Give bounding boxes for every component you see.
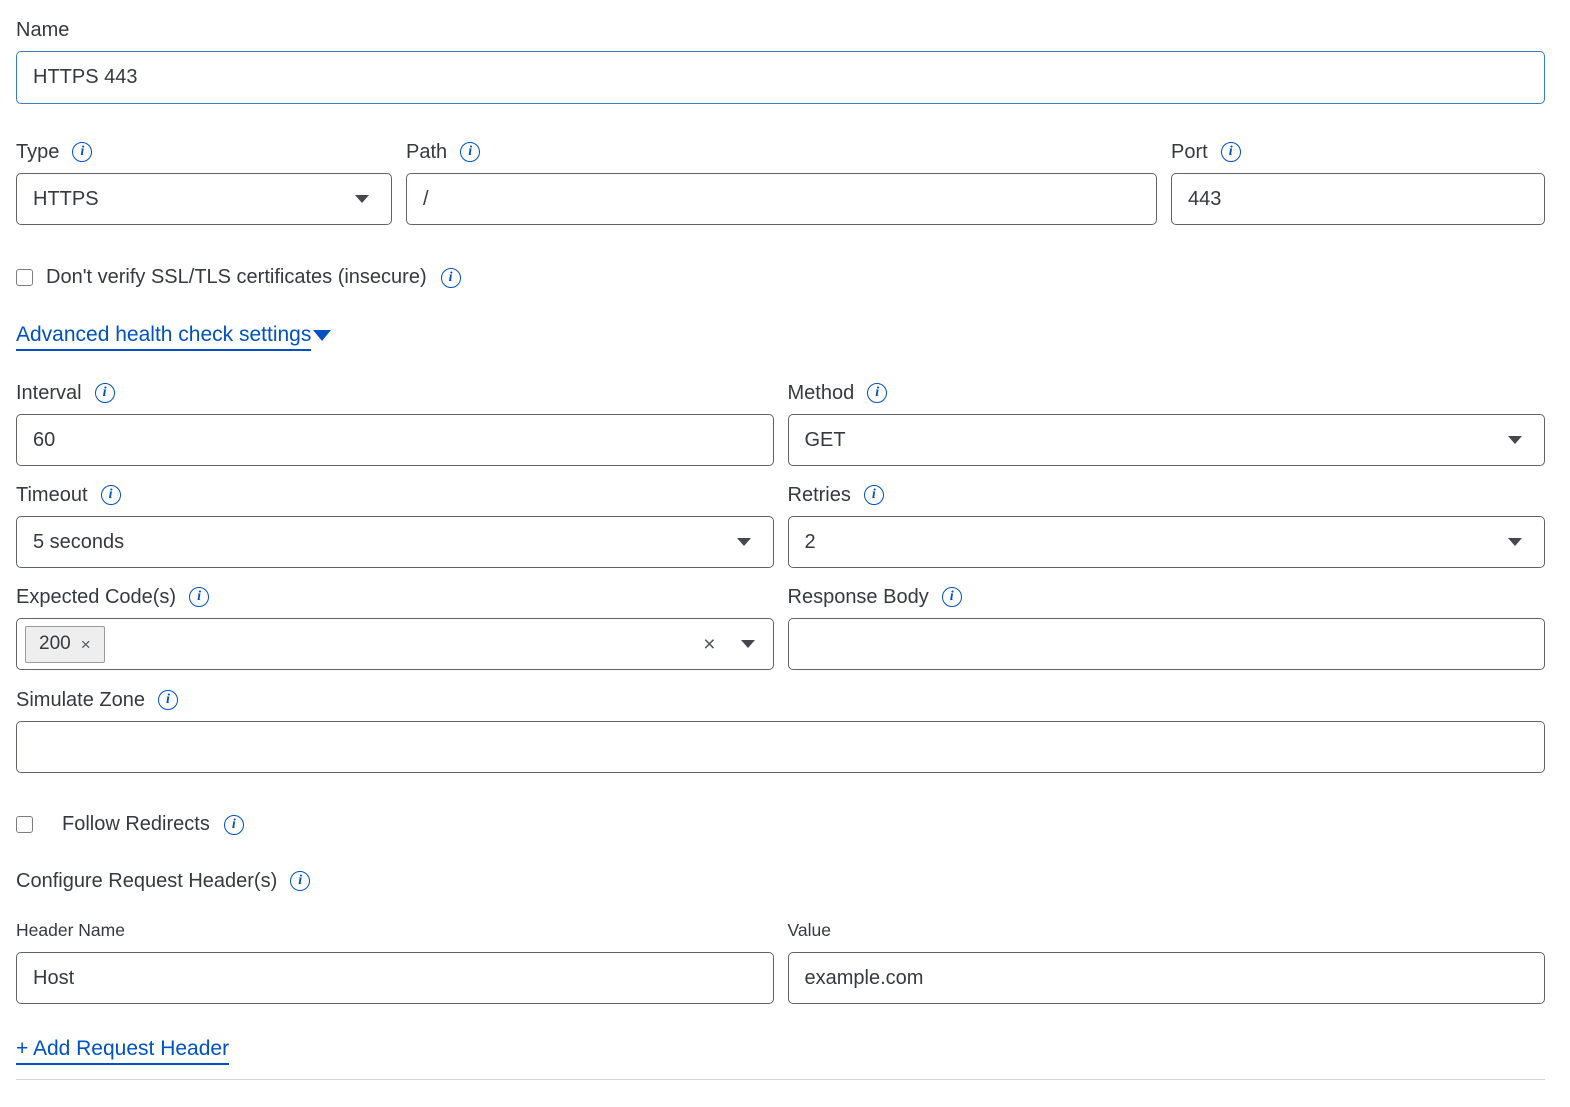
- section-divider: [16, 1079, 1545, 1080]
- path-input[interactable]: [406, 173, 1157, 225]
- type-path-port-row: Type i HTTPS Path i Port i: [16, 140, 1545, 225]
- port-field: Port i: [1171, 140, 1545, 225]
- retries-field: Retries i 2: [788, 483, 1546, 568]
- interval-field: Interval i: [16, 381, 774, 466]
- advanced-settings-row: Advanced health check settings: [16, 323, 1545, 351]
- info-icon[interactable]: i: [867, 383, 887, 403]
- method-select[interactable]: GET: [788, 414, 1546, 466]
- method-select-value: GET: [805, 429, 846, 452]
- add-request-header-link[interactable]: + Add Request Header: [16, 1037, 229, 1065]
- expected-code-tag: 200 ×: [25, 626, 105, 663]
- info-icon[interactable]: i: [101, 485, 121, 505]
- ssl-verify-checkbox[interactable]: [16, 269, 33, 286]
- chevron-down-icon: [741, 640, 755, 648]
- timeout-label: Timeout: [16, 483, 88, 507]
- chevron-down-icon: [1508, 436, 1522, 444]
- retries-select-value: 2: [805, 531, 816, 554]
- header-value-label: Value: [788, 919, 831, 941]
- clear-all-icon[interactable]: ×: [703, 634, 715, 655]
- timeout-field: Timeout i 5 seconds: [16, 483, 774, 568]
- info-icon[interactable]: i: [942, 587, 962, 607]
- type-select[interactable]: HTTPS: [16, 173, 392, 225]
- type-select-value: HTTPS: [33, 188, 99, 211]
- simulate-zone-input[interactable]: [16, 721, 1545, 773]
- request-header-row: Header Name Value: [16, 919, 1545, 1004]
- chevron-down-icon: [355, 195, 369, 203]
- info-icon[interactable]: i: [224, 815, 244, 835]
- chevron-down-icon: [1508, 538, 1522, 546]
- ssl-verify-checkbox-row: Don't verify SSL/TLS certificates (insec…: [16, 266, 1545, 289]
- method-field: Method i GET: [788, 381, 1546, 466]
- timeout-select-value: 5 seconds: [33, 531, 124, 554]
- info-icon[interactable]: i: [72, 142, 92, 162]
- header-value-field: Value: [788, 919, 1546, 1004]
- info-icon[interactable]: i: [864, 485, 884, 505]
- info-icon[interactable]: i: [441, 268, 461, 288]
- simulate-zone-label: Simulate Zone: [16, 688, 145, 712]
- port-input[interactable]: [1171, 173, 1545, 225]
- response-body-input[interactable]: [788, 618, 1546, 670]
- info-icon[interactable]: i: [1221, 142, 1241, 162]
- advanced-settings-link[interactable]: Advanced health check settings: [16, 323, 311, 351]
- timeout-select[interactable]: 5 seconds: [16, 516, 774, 568]
- info-icon[interactable]: i: [290, 871, 310, 891]
- info-icon[interactable]: i: [460, 142, 480, 162]
- remove-tag-icon[interactable]: ×: [81, 636, 91, 653]
- info-icon[interactable]: i: [158, 690, 178, 710]
- advanced-settings-grid: Interval i Method i GET Timeout i 5 seco…: [16, 381, 1545, 670]
- expected-codes-multiselect[interactable]: 200 × ×: [16, 618, 774, 670]
- expected-codes-field: Expected Code(s) i 200 × ×: [16, 585, 774, 670]
- path-label: Path: [406, 140, 447, 164]
- path-field: Path i: [406, 140, 1157, 225]
- response-body-label: Response Body: [788, 585, 929, 609]
- configure-headers-row: Configure Request Header(s) i: [16, 869, 1545, 893]
- port-label: Port: [1171, 140, 1208, 164]
- info-icon[interactable]: i: [189, 587, 209, 607]
- interval-input[interactable]: [16, 414, 774, 466]
- expected-code-tag-value: 200: [39, 633, 71, 655]
- header-name-label: Header Name: [16, 919, 125, 941]
- info-icon[interactable]: i: [95, 383, 115, 403]
- follow-redirects-checkbox[interactable]: [16, 816, 33, 833]
- header-value-input[interactable]: [788, 952, 1546, 1004]
- add-header-row: + Add Request Header: [16, 1037, 1545, 1065]
- name-label: Name: [16, 18, 69, 42]
- follow-redirects-row: Follow Redirects i: [16, 813, 1545, 836]
- response-body-field: Response Body i: [788, 585, 1546, 670]
- configure-headers-label: Configure Request Header(s): [16, 869, 277, 893]
- header-name-field: Header Name: [16, 919, 774, 1004]
- retries-label: Retries: [788, 483, 851, 507]
- method-label: Method: [788, 381, 855, 405]
- type-field: Type i HTTPS: [16, 140, 392, 225]
- retries-select[interactable]: 2: [788, 516, 1546, 568]
- follow-redirects-label: Follow Redirects: [62, 813, 210, 836]
- name-input[interactable]: [16, 51, 1545, 104]
- expected-codes-label: Expected Code(s): [16, 585, 176, 609]
- interval-label: Interval: [16, 381, 82, 405]
- simulate-zone-field: Simulate Zone i: [16, 688, 1545, 773]
- ssl-verify-label: Don't verify SSL/TLS certificates (insec…: [46, 266, 427, 289]
- name-label-row: Name: [16, 18, 1545, 42]
- header-name-input[interactable]: [16, 952, 774, 1004]
- chevron-down-icon: [737, 538, 751, 546]
- type-label: Type: [16, 140, 59, 164]
- triangle-down-icon: [313, 330, 331, 341]
